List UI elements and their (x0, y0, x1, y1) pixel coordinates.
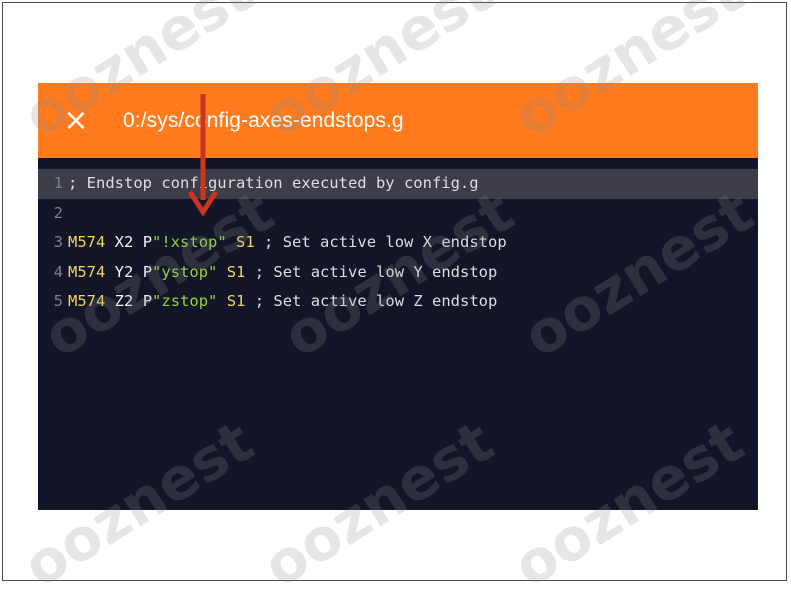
file-editor: × 0:/sys/config-axes-endstops.g 1 ; Endst… (38, 83, 758, 510)
line-number: 1 (53, 174, 63, 192)
code-line[interactable]: 2 (38, 199, 758, 229)
gcode-axis: Z2 (114, 292, 134, 310)
code-comment: ; Endstop configuration executed by conf… (68, 174, 479, 192)
line-number: 3 (53, 233, 63, 251)
gcode-pin-prefix: P (142, 233, 153, 251)
gcode-pin-prefix: P (142, 292, 153, 310)
file-path-title: 0:/sys/config-axes-endstops.g (123, 109, 404, 132)
line-number: 2 (53, 203, 63, 222)
gcode-setting: S1 (236, 233, 255, 251)
line-number: 4 (53, 262, 63, 281)
code-line[interactable]: 4 M574 Y2 P"ystop" S1 ; Set active low Y … (38, 258, 758, 288)
line-number: 5 (53, 292, 63, 310)
gcode-axis: X2 (114, 233, 134, 251)
code-comment: ; Set active low X endstop (264, 233, 507, 251)
code-comment: ; Set active low Z endstop (254, 292, 498, 310)
gcode-command: M574 (68, 292, 106, 310)
close-icon[interactable]: × (60, 101, 92, 141)
gcode-axis: Y2 (114, 262, 134, 281)
gcode-setting: S1 (226, 292, 246, 310)
gcode-pin-string: "zstop" (152, 292, 218, 310)
gcode-pin-prefix: P (142, 262, 153, 281)
code-area[interactable]: 1 ; Endstop configuration executed by con… (38, 169, 758, 317)
gcode-pin-string: "ystop" (152, 262, 218, 281)
gcode-command: M574 (68, 262, 106, 281)
code-line[interactable]: 1 ; Endstop configuration executed by con… (38, 169, 758, 199)
editor-title-bar: × 0:/sys/config-axes-endstops.g (38, 83, 758, 158)
gcode-pin-string: "!xstop" (152, 233, 227, 251)
gcode-setting: S1 (226, 262, 246, 281)
gcode-command: M574 (68, 233, 106, 251)
code-comment: ; Set active low Y endstop (254, 262, 498, 281)
code-line[interactable]: 3 M574 X2 P"!xstop" S1 ; Set active low X… (38, 228, 758, 258)
code-line[interactable]: 5 M574 Z2 P"zstop" S1 ; Set active low Z … (38, 287, 758, 317)
